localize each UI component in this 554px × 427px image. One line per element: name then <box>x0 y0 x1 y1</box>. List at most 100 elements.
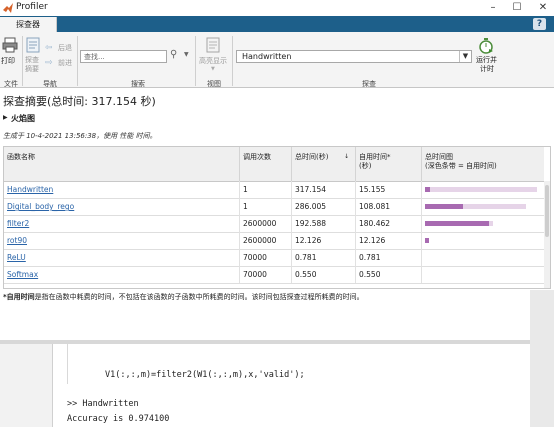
cell-time-plot <box>422 215 544 232</box>
command-prompt-line: >> Handwritten <box>67 399 139 409</box>
command-window[interactable]: V1(:,:,m)=filter2(W1(:,:,m),x,'valid'); … <box>52 340 531 427</box>
print-label: 打印 <box>1 57 15 65</box>
help-button[interactable]: ? <box>533 18 546 30</box>
search-options-dropdown-icon[interactable]: ▼ <box>184 51 189 58</box>
forward-label: 前进 <box>58 59 72 67</box>
matlab-logo-icon <box>3 3 13 13</box>
table-row: Digital_body_rego 1 286.005 108.081 <box>4 198 544 216</box>
cell-self: 12.126 <box>356 232 422 249</box>
table-row: filter2 2600000 192.588 180.462 <box>4 215 544 233</box>
group-label-view: 视图 <box>207 80 221 88</box>
cell-time-plot <box>422 249 544 266</box>
highlight-label: 高亮显示 <box>199 57 227 65</box>
total-time-bar <box>425 187 537 192</box>
chevron-down-icon[interactable]: ▼ <box>459 51 471 62</box>
cell-function-name: Digital_body_rego <box>4 198 240 215</box>
table-header: 函数名称 调用次数 总时间(秒) ↓ 自用时间* (秒) 总时间图 (深色条带 … <box>4 147 544 182</box>
cell-function-name: Handwritten <box>4 181 240 198</box>
cell-self: 180.462 <box>356 215 422 232</box>
arrow-right-icon: ⇨ <box>45 58 53 68</box>
summary-label-1: 探查 <box>25 56 39 64</box>
function-link[interactable]: rot90 <box>7 236 27 245</box>
flame-graph-toggle[interactable]: 火焰图 <box>11 113 35 124</box>
search-icon[interactable]: ⚲ <box>170 49 177 60</box>
function-link[interactable]: Softmax <box>7 270 38 279</box>
cell-function-name: rot90 <box>4 232 240 249</box>
title-bar: Profiler – ☐ ✕ <box>0 0 554 16</box>
sort-arrow-down-icon: ↓ <box>344 153 350 160</box>
function-table: 函数名称 调用次数 总时间(秒) ↓ 自用时间* (秒) 总时间图 (深色条带 … <box>3 146 551 289</box>
summary-button[interactable]: 探查 摘要 <box>24 37 44 77</box>
command-output-line: Accuracy is 0.974100 <box>67 414 170 424</box>
table-row: ReLU 70000 0.781 0.781 <box>4 249 544 267</box>
self-time-bar <box>425 238 430 243</box>
cell-total: 12.126 <box>292 232 356 249</box>
header-self-time-label-2: (秒) <box>359 162 372 170</box>
footnote-text: 是指在函数中耗费的时间，不包括在该函数的子函数中所耗费的时间。该时间包括探查过程… <box>34 293 364 301</box>
header-calls-label: 调用次数 <box>243 153 271 161</box>
cell-calls: 70000 <box>240 266 292 283</box>
editor-code-line: V1(:,:,m)=filter2(W1(:,:,m),x,'valid'); <box>105 370 305 380</box>
highlight-document-icon <box>206 37 220 53</box>
self-time-bar <box>425 204 464 209</box>
table-row: Handwritten 1 317.154 15.155 <box>4 181 544 199</box>
back-button[interactable]: ⇦ 后退 <box>45 43 75 54</box>
caret-right-icon[interactable]: ▶ <box>3 114 8 121</box>
cell-function-name: ReLU <box>4 249 240 266</box>
header-function-name[interactable]: 函数名称 <box>4 147 240 181</box>
forward-button[interactable]: ⇨ 前进 <box>45 58 75 69</box>
footnote-term: *自用时间 <box>3 293 35 301</box>
scrollbar-thumb[interactable] <box>545 185 549 237</box>
cell-function-name: filter2 <box>4 215 240 232</box>
print-button[interactable]: 打印 <box>1 37 19 75</box>
window-title: Profiler <box>16 2 48 12</box>
highlight-button[interactable]: 高亮显示 ▼ <box>199 37 231 77</box>
search-input[interactable]: 查找... <box>80 50 167 63</box>
cell-total: 317.154 <box>292 181 356 198</box>
cell-total: 192.588 <box>292 215 356 232</box>
maximize-button[interactable]: ☐ <box>510 1 524 14</box>
function-link[interactable]: filter2 <box>7 219 29 228</box>
header-time-plot: 总时间图 (深色条带 = 自用时间) <box>422 147 544 181</box>
self-time-bar <box>425 187 431 192</box>
header-self-time[interactable]: 自用时间* (秒) <box>356 147 422 181</box>
function-link[interactable]: Digital_body_rego <box>7 202 74 211</box>
editor-gutter-line <box>67 340 68 384</box>
group-label-nav: 导航 <box>43 80 57 88</box>
header-time-plot-label-2: (深色条带 = 自用时间) <box>425 162 497 170</box>
cell-time-plot <box>422 181 544 198</box>
document-list-icon <box>26 37 40 53</box>
self-time-footnote: *自用时间是指在函数中耗费的时间，不包括在该函数的子函数中所耗费的时间。该时间包… <box>3 292 364 302</box>
generated-info: 生成于 10-4-2021 13:56:38，使用 性能 时间。 <box>3 132 157 140</box>
header-calls[interactable]: 调用次数 <box>240 147 292 181</box>
group-label-file: 文件 <box>4 80 18 88</box>
header-total-time-label: 总时间(秒) <box>295 153 329 161</box>
run-label-2: 计时 <box>480 65 494 73</box>
function-link[interactable]: ReLU <box>7 253 26 262</box>
table-row: Softmax 70000 0.550 0.550 <box>4 266 544 284</box>
printer-icon <box>2 37 18 53</box>
header-function-name-label: 函数名称 <box>7 153 35 161</box>
cell-total: 286.005 <box>292 198 356 215</box>
explore-function-value: Handwritten <box>242 52 292 61</box>
function-link[interactable]: Handwritten <box>7 185 53 194</box>
close-button[interactable]: ✕ <box>536 1 550 14</box>
table-row: rot90 2600000 12.126 12.126 <box>4 232 544 250</box>
self-time-bar <box>425 221 489 226</box>
cell-calls: 2600000 <box>240 215 292 232</box>
run-and-time-button[interactable]: 运行并 计时 <box>474 37 498 77</box>
header-self-time-label-1: 自用时间* <box>359 153 391 161</box>
cell-total: 0.550 <box>292 266 356 283</box>
cell-time-plot <box>422 232 544 249</box>
minimize-button[interactable]: – <box>486 1 500 14</box>
back-label: 后退 <box>58 44 72 52</box>
group-separator <box>77 36 78 86</box>
header-total-time[interactable]: 总时间(秒) ↓ <box>292 147 356 181</box>
cell-time-plot <box>422 266 544 283</box>
cell-function-name: Softmax <box>4 266 240 283</box>
cell-total: 0.781 <box>292 249 356 266</box>
cell-time-plot <box>422 198 544 215</box>
explore-function-select[interactable]: Handwritten ▼ <box>236 50 472 63</box>
tab-profiler[interactable]: 探查器 <box>0 17 57 32</box>
cell-calls: 2600000 <box>240 232 292 249</box>
